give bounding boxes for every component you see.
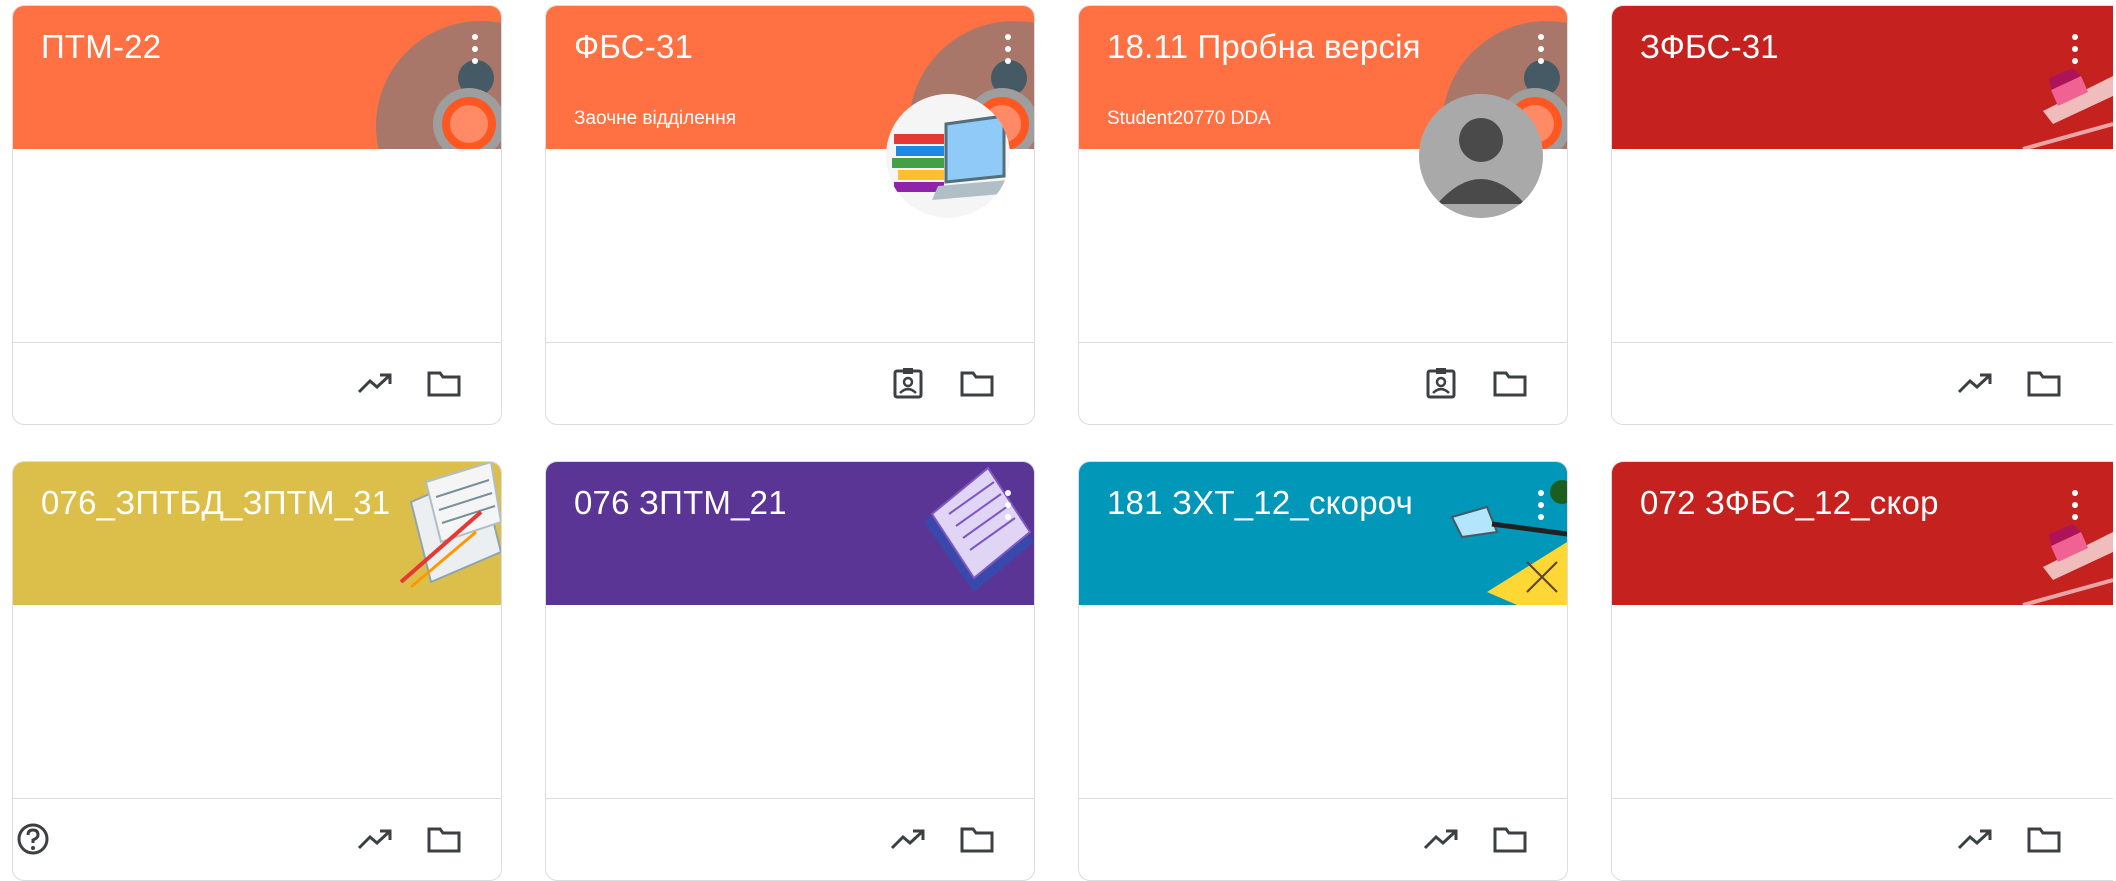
trending-up-icon[interactable] <box>1955 819 1995 859</box>
class-card-ptm-22[interactable]: ПТМ-22 <box>12 5 502 425</box>
more-options-icon[interactable] <box>1004 34 1012 64</box>
folder-icon[interactable] <box>1490 363 1530 403</box>
card-footer <box>1612 342 2113 424</box>
trending-up-icon[interactable] <box>1955 363 1995 403</box>
class-banner: 181 ЗХТ_12_скороч <box>1079 462 1567 605</box>
class-card-072-zfbs-12[interactable]: 072 ЗФБС_12_скор <box>1611 461 2113 881</box>
folder-icon[interactable] <box>424 363 464 403</box>
class-title[interactable]: ФБС-31 <box>574 28 693 66</box>
trending-up-icon[interactable] <box>888 819 928 859</box>
class-card-181-zht-12[interactable]: 181 ЗХТ_12_скороч <box>1078 461 1568 881</box>
class-card-076-zptbd[interactable]: 076_ЗПТБД_ЗПТМ_31 <box>12 461 502 881</box>
teacher-avatar[interactable] <box>886 94 1010 218</box>
more-options-icon[interactable] <box>2071 490 2079 520</box>
more-options-icon[interactable] <box>1537 490 1545 520</box>
assignment-ind-icon[interactable] <box>1421 363 1461 403</box>
class-card-zfbs-31[interactable]: ЗФБС-31 <box>1611 5 2113 425</box>
card-footer <box>546 342 1034 424</box>
class-title[interactable]: ЗФБС-31 <box>1640 28 1779 66</box>
class-banner: 076_ЗПТБД_ЗПТМ_31 <box>13 462 501 605</box>
class-card-trial-version[interactable]: 18.11 Пробна версія Student20770 DDA <box>1078 5 1568 425</box>
help-outline-icon[interactable] <box>13 819 53 859</box>
class-section: Заочне відділення <box>574 108 737 129</box>
banner-illustration <box>924 466 1034 592</box>
folder-icon[interactable] <box>957 363 997 403</box>
person-avatar-icon[interactable] <box>1419 94 1543 218</box>
more-options-icon[interactable] <box>1537 34 1545 64</box>
class-banner: ПТМ-22 <box>13 6 501 149</box>
banner-illustration <box>376 21 501 149</box>
card-footer <box>1079 798 1567 880</box>
class-banner: ЗФБС-31 <box>1612 6 2113 149</box>
trending-up-icon[interactable] <box>1421 819 1461 859</box>
folder-icon[interactable] <box>2024 363 2064 403</box>
class-title[interactable]: ПТМ-22 <box>41 28 161 66</box>
class-title[interactable]: 181 ЗХТ_12_скороч <box>1107 484 1413 522</box>
trending-up-icon[interactable] <box>355 363 395 403</box>
banner-illustration <box>1450 480 1567 605</box>
class-title[interactable]: 18.11 Пробна версія <box>1107 28 1421 66</box>
assignment-ind-icon[interactable] <box>888 363 928 403</box>
more-options-icon[interactable] <box>471 34 479 64</box>
card-footer <box>1612 798 2113 880</box>
more-options-icon[interactable] <box>1004 490 1012 520</box>
card-footer <box>546 798 1034 880</box>
folder-icon[interactable] <box>1490 819 1530 859</box>
class-section: Student20770 DDA <box>1107 108 1271 129</box>
folder-icon[interactable] <box>424 819 464 859</box>
banner-illustration <box>2022 68 2113 149</box>
class-card-076-zptm-21[interactable]: 076 ЗПТМ_21 <box>545 461 1035 881</box>
class-title[interactable]: 072 ЗФБС_12_скор <box>1640 484 1939 522</box>
folder-icon[interactable] <box>957 819 997 859</box>
card-footer <box>13 342 501 424</box>
folder-icon[interactable] <box>2024 819 2064 859</box>
banner-illustration <box>2022 524 2113 605</box>
class-banner: 076 ЗПТМ_21 <box>546 462 1034 605</box>
class-title[interactable]: 076 ЗПТМ_21 <box>574 484 787 522</box>
class-card-fbs-31[interactable]: ФБС-31 Заочне відділення <box>545 5 1035 425</box>
class-banner: 072 ЗФБС_12_скор <box>1612 462 2113 605</box>
trending-up-icon[interactable] <box>355 819 395 859</box>
class-title[interactable]: 076_ЗПТБД_ЗПТМ_31 <box>41 484 390 522</box>
card-footer <box>13 798 501 880</box>
more-options-icon[interactable] <box>2071 34 2079 64</box>
banner-illustration <box>399 462 501 589</box>
card-footer <box>1079 342 1567 424</box>
